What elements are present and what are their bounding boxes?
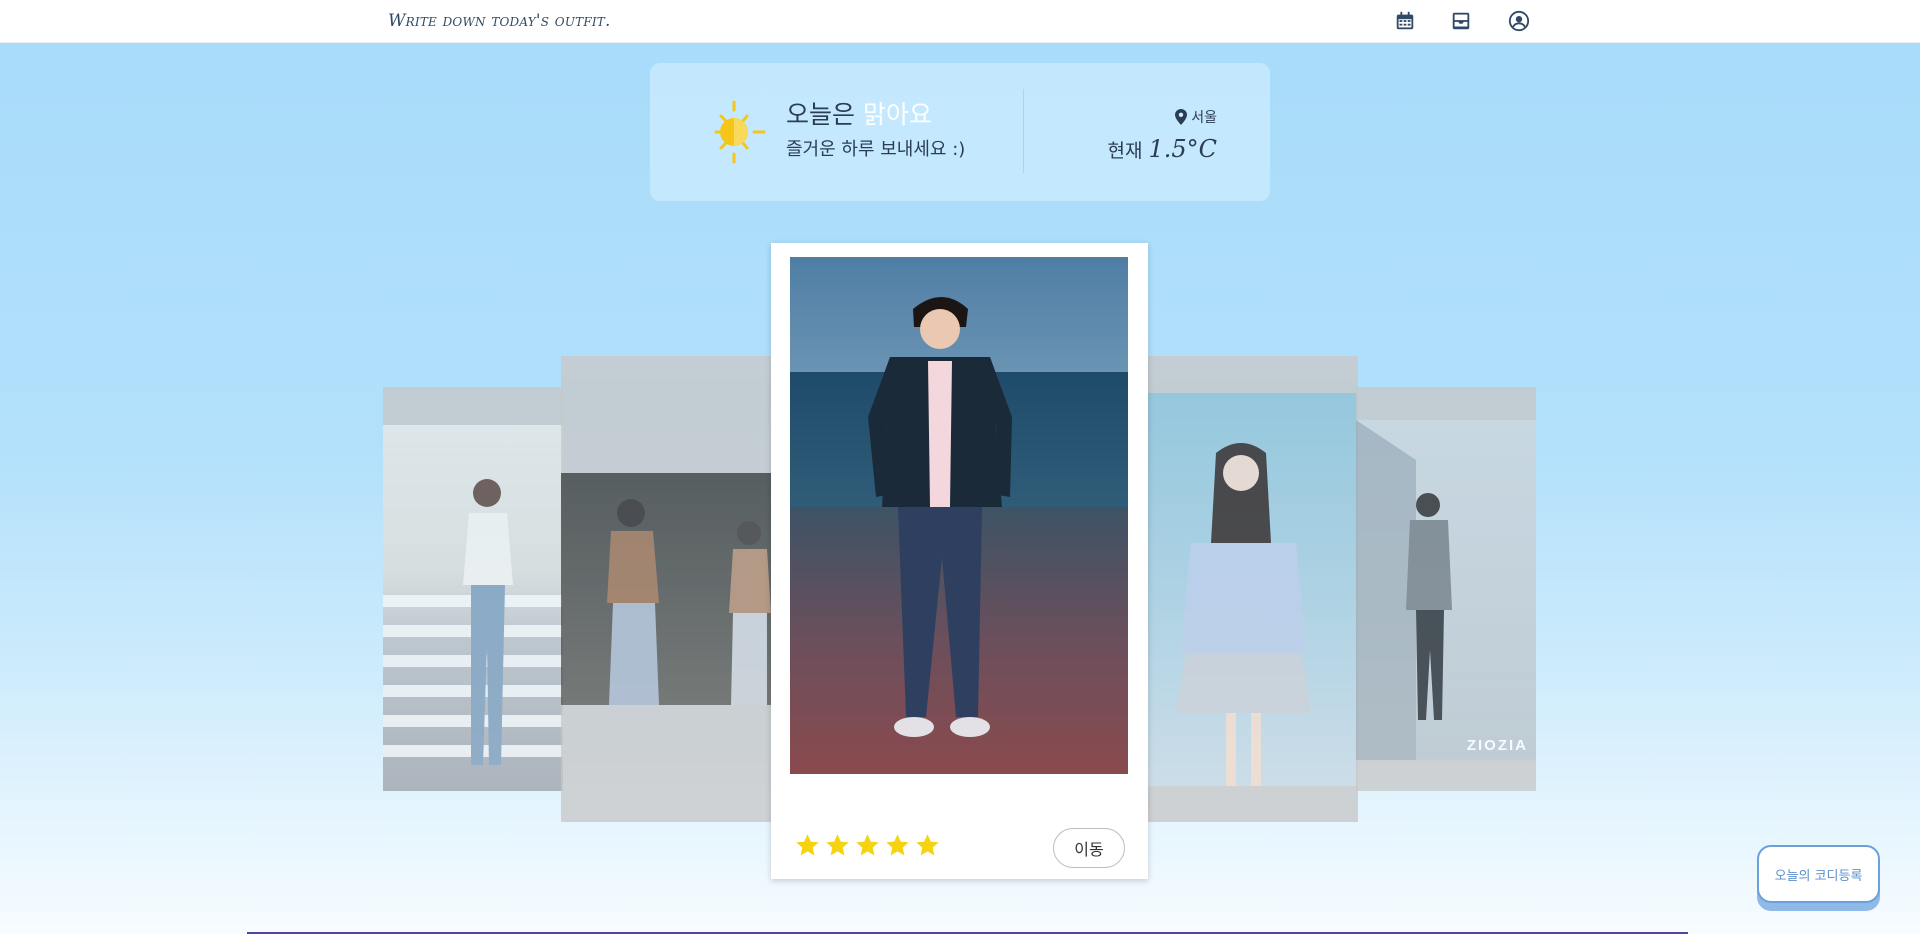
outfit-photo — [790, 257, 1128, 774]
current-temperature: 현재 1.5°C — [1108, 135, 1218, 163]
weather-message: 즐거운 하루 보내세요 :) — [786, 139, 966, 160]
map-pin-icon — [1175, 109, 1188, 125]
main-area: 오늘은 맑아요 즐거운 하루 보내세요 :) 서울 현재 1.5°C ZIOZI… — [0, 43, 1920, 934]
star-icon[interactable] — [794, 832, 821, 859]
inbox-icon[interactable] — [1449, 9, 1473, 33]
outfit-photo — [561, 473, 773, 705]
move-button[interactable]: 이동 — [1053, 828, 1125, 868]
brand-title[interactable]: Write down today's outfit. — [388, 11, 611, 31]
outfit-card-5[interactable]: ZIOZIA — [1356, 387, 1536, 791]
outfit-card-3[interactable]: 이동 — [771, 243, 1148, 879]
outfit-photo: ZIOZIA — [1356, 420, 1536, 760]
location-name: 서울 — [1191, 110, 1217, 126]
user-circle-icon[interactable] — [1507, 9, 1531, 33]
outfit-photo — [1146, 393, 1358, 786]
outfit-card-4[interactable] — [1146, 356, 1358, 822]
register-outfit-button[interactable]: 오늘의 코디등록 — [1757, 845, 1880, 903]
star-icon[interactable] — [884, 832, 911, 859]
sun-icon — [714, 100, 766, 164]
rating-stars — [794, 832, 941, 859]
calendar-icon[interactable] — [1393, 9, 1417, 33]
temperature-value: 1.5°C — [1148, 135, 1217, 163]
top-bar: Write down today's outfit. — [0, 0, 1920, 43]
star-icon[interactable] — [854, 832, 881, 859]
temperature-label: 현재 — [1107, 140, 1143, 162]
location: 서울 — [1175, 107, 1217, 127]
weather-prefix: 오늘은 — [786, 100, 856, 129]
brand-watermark: ZIOZIA — [1466, 737, 1528, 754]
weather-headline: 오늘은 맑아요 — [786, 95, 932, 131]
weather-condition: 맑아요 — [862, 100, 932, 129]
outfit-card-1[interactable] — [383, 387, 563, 791]
star-icon[interactable] — [824, 832, 851, 859]
weather-card: 오늘은 맑아요 즐거운 하루 보내세요 :) 서울 현재 1.5°C — [650, 63, 1270, 201]
outfit-photo — [383, 425, 563, 791]
weather-divider — [1023, 89, 1024, 173]
star-icon[interactable] — [914, 832, 941, 859]
outfit-card-2[interactable] — [561, 356, 773, 822]
